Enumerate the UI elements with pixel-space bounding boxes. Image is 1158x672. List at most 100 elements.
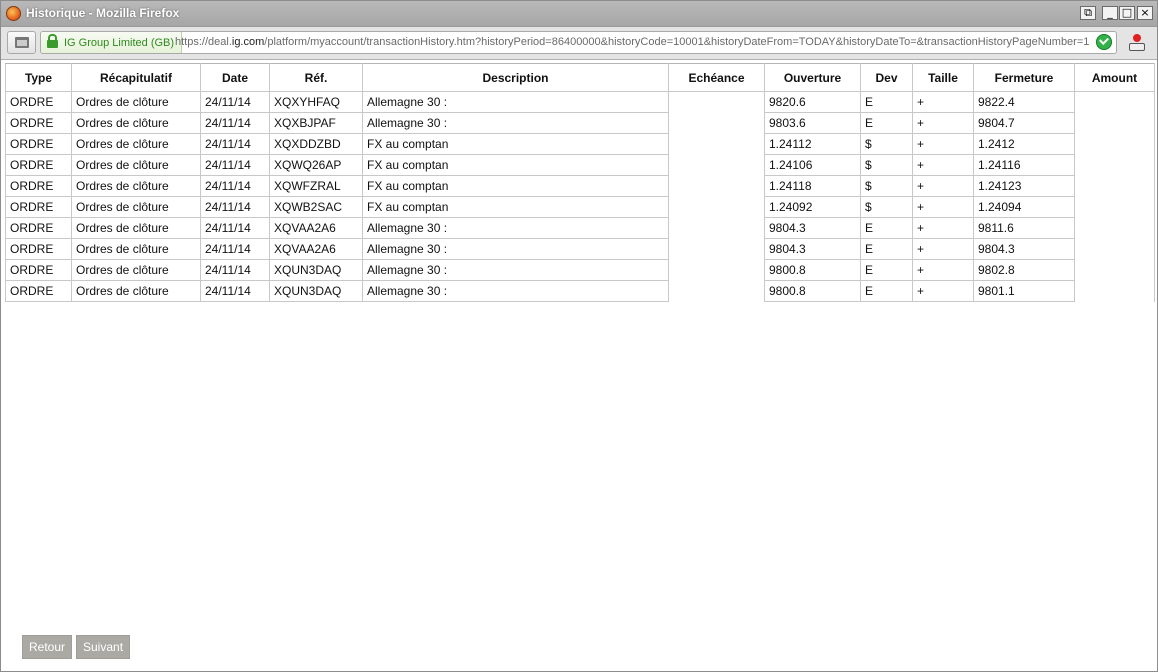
cell-recapitulatif: Ordres de clôture: [71, 217, 201, 239]
cell-recapitulatif: Ordres de clôture: [71, 280, 201, 302]
header-date[interactable]: Date: [200, 63, 270, 92]
table-row[interactable]: ORDRE Ordres de clôture 24/11/14 XQXDDZBD FX…: [5, 133, 1155, 155]
header-amount[interactable]: Amount: [1074, 63, 1155, 92]
cell-ref: XQWB2SAC: [269, 196, 363, 218]
minimize-button[interactable]: _: [1102, 6, 1118, 20]
cell-taille: +: [912, 196, 974, 218]
cell-dev: E: [860, 91, 913, 113]
cell-type: ORDRE: [5, 133, 72, 155]
table-row[interactable]: ORDRE Ordres de clôture 24/11/14 XQUN3DAQ Al…: [5, 259, 1155, 281]
cell-fermeture: 1.24123: [973, 175, 1075, 197]
browser-window: Historique - Mozilla Firefox ⧉ _ □ × IG …: [0, 0, 1158, 672]
cell-description: FX au comptan: [362, 133, 669, 155]
site-identity-label: IG Group Limited (GB): [64, 36, 175, 49]
cell-description: Allemagne 30 :: [362, 217, 669, 239]
back-button[interactable]: Retour: [22, 635, 73, 659]
header-taille[interactable]: Taille: [912, 63, 974, 92]
header-ouverture[interactable]: Ouverture: [764, 63, 861, 92]
cell-description: Allemagne 30 :: [362, 112, 669, 134]
cell-taille: +: [912, 175, 974, 197]
table-row[interactable]: ORDRE Ordres de clôture 24/11/14 XQVAA2A6 Al…: [5, 238, 1155, 260]
cell-dev: $: [860, 133, 913, 155]
table-row[interactable]: ORDRE Ordres de clôture 24/11/14 XQUN3DAQ Al…: [5, 280, 1155, 302]
cell-ref: XQWFZRAL: [269, 175, 363, 197]
cell-date: 24/11/14: [200, 112, 270, 134]
url-field[interactable]: IG Group Limited (GB) https://deal.ig.co…: [40, 31, 1117, 54]
header-ref[interactable]: Réf.: [269, 63, 363, 92]
cell-dev: $: [860, 175, 913, 197]
cell-description: Allemagne 30 :: [362, 280, 669, 302]
cell-amount: [1074, 154, 1155, 176]
transaction-table: Type Récapitulatif Date Réf. Description…: [5, 63, 1155, 302]
table-row[interactable]: ORDRE Ordres de clôture 24/11/14 XQWQ26AP FX…: [5, 154, 1155, 176]
cell-type: ORDRE: [5, 154, 72, 176]
maximize-button[interactable]: □: [1119, 6, 1135, 20]
cell-taille: +: [912, 112, 974, 134]
cell-ref: XQVAA2A6: [269, 238, 363, 260]
restore-icon[interactable]: ⧉: [1080, 6, 1096, 20]
cell-taille: +: [912, 217, 974, 239]
url-text[interactable]: https://deal.ig.com/platform/myaccount/t…: [175, 32, 1089, 53]
cell-fermeture: 9802.8: [973, 259, 1075, 281]
check-icon[interactable]: [1096, 34, 1112, 50]
addon-icon[interactable]: [1128, 34, 1146, 52]
close-button[interactable]: ×: [1137, 6, 1153, 20]
cell-date: 24/11/14: [200, 133, 270, 155]
cell-echeance: [668, 133, 765, 155]
header-recapitulatif[interactable]: Récapitulatif: [71, 63, 201, 92]
cell-date: 24/11/14: [200, 217, 270, 239]
cell-date: 24/11/14: [200, 259, 270, 281]
cell-description: Allemagne 30 :: [362, 259, 669, 281]
site-identity[interactable]: IG Group Limited (GB): [41, 32, 183, 53]
cell-ouverture: 1.24106: [764, 154, 861, 176]
title-bar: Historique - Mozilla Firefox ⧉ _ □ ×: [1, 1, 1157, 27]
header-dev[interactable]: Dev: [860, 63, 913, 92]
cell-type: ORDRE: [5, 259, 72, 281]
cell-dev: E: [860, 259, 913, 281]
cell-type: ORDRE: [5, 238, 72, 260]
window-title: Historique - Mozilla Firefox: [26, 6, 180, 20]
cell-fermeture: 9801.1: [973, 280, 1075, 302]
cell-ouverture: 9820.6: [764, 91, 861, 113]
cell-dev: E: [860, 280, 913, 302]
cell-recapitulatif: Ordres de clôture: [71, 175, 201, 197]
cell-dev: $: [860, 196, 913, 218]
table-row[interactable]: ORDRE Ordres de clôture 24/11/14 XQVAA2A6 Al…: [5, 217, 1155, 239]
cell-ref: XQUN3DAQ: [269, 280, 363, 302]
cell-recapitulatif: Ordres de clôture: [71, 112, 201, 134]
header-type[interactable]: Type: [5, 63, 72, 92]
lock-icon: [47, 33, 58, 48]
table-row[interactable]: ORDRE Ordres de clôture 24/11/14 XQWFZRAL FX…: [5, 175, 1155, 197]
cell-date: 24/11/14: [200, 238, 270, 260]
cell-type: ORDRE: [5, 175, 72, 197]
cell-echeance: [668, 238, 765, 260]
cell-fermeture: 1.24094: [973, 196, 1075, 218]
next-button[interactable]: Suivant: [76, 635, 131, 659]
cell-ouverture: 9800.8: [764, 280, 861, 302]
header-description[interactable]: Description: [362, 63, 669, 92]
cell-description: Allemagne 30 :: [362, 91, 669, 113]
cell-taille: +: [912, 238, 974, 260]
cell-taille: +: [912, 259, 974, 281]
table-header-row: Type Récapitulatif Date Réf. Description…: [5, 63, 1155, 92]
table-row[interactable]: ORDRE Ordres de clôture 24/11/14 XQXBJPAF Al…: [5, 112, 1155, 134]
header-fermeture[interactable]: Fermeture: [973, 63, 1075, 92]
cell-ref: XQVAA2A6: [269, 217, 363, 239]
cell-description: Allemagne 30 :: [362, 238, 669, 260]
header-echeance[interactable]: Echéance: [668, 63, 765, 92]
table-row[interactable]: ORDRE Ordres de clôture 24/11/14 XQXYHFAQ Al…: [5, 91, 1155, 113]
cell-ref: XQXYHFAQ: [269, 91, 363, 113]
cell-recapitulatif: Ordres de clôture: [71, 91, 201, 113]
cell-dev: E: [860, 217, 913, 239]
cell-echeance: [668, 154, 765, 176]
cell-amount: [1074, 133, 1155, 155]
cell-ref: XQXBJPAF: [269, 112, 363, 134]
cell-recapitulatif: Ordres de clôture: [71, 259, 201, 281]
table-row[interactable]: ORDRE Ordres de clôture 24/11/14 XQWB2SAC FX…: [5, 196, 1155, 218]
cell-fermeture: 1.2412: [973, 133, 1075, 155]
page-icon-button[interactable]: [7, 31, 36, 54]
cell-amount: [1074, 175, 1155, 197]
url-domain: ig.com: [231, 36, 265, 48]
cell-fermeture: 9811.6: [973, 217, 1075, 239]
firefox-icon: [6, 6, 21, 21]
